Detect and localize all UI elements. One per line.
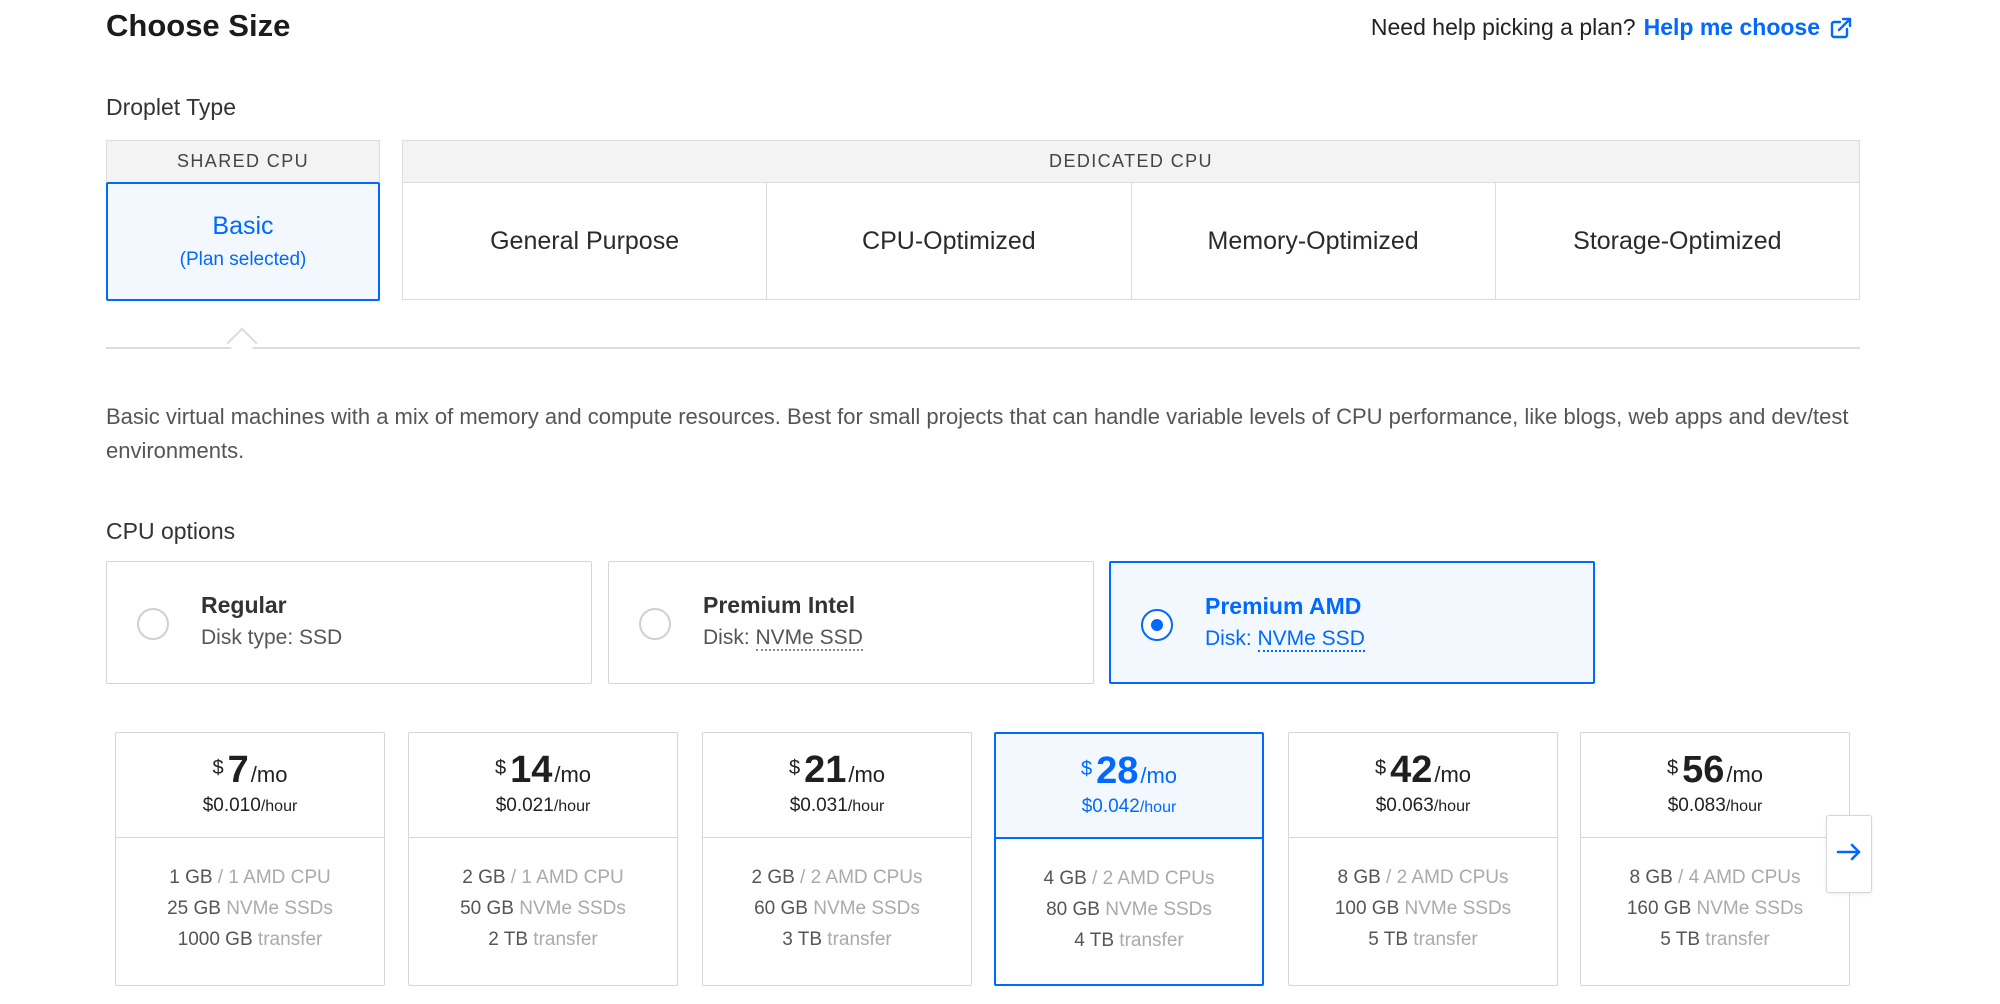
disk-type-tooltip-trigger[interactable]: NVMe SSD [1257,627,1365,652]
plan-hourly: $0.063/hour [1375,795,1471,816]
plan-card[interactable]: $56/mo $0.083/hour 8 GB / 4 AMD CPUs 160… [1580,732,1850,986]
shared-cpu-header: SHARED CPU [106,140,380,182]
plan-price: $21/mo [788,749,886,791]
plan-card-selected[interactable]: $28/mo $0.042/hour 4 GB / 2 AMD CPUs 80 … [994,732,1264,986]
cpu-options-label: CPU options [106,518,236,544]
arrow-right-icon [1836,842,1862,867]
radio-premium-intel[interactable] [639,608,671,640]
plan-price: $14/mo [494,749,592,791]
plan-card[interactable]: $42/mo $0.063/hour 8 GB / 2 AMD CPUs 100… [1288,732,1558,986]
dedicated-cpu-group: DEDICATED CPU General Purpose CPU-Optimi… [402,140,1860,300]
tab-cpu-optimized[interactable]: CPU-Optimized [766,183,1130,299]
plan-specs: 8 GB / 4 AMD CPUs 160 GB NVMe SSDs 5 TB … [1626,867,1804,950]
plan-card[interactable]: $7/mo $0.010/hour 1 GB / 1 AMD CPU 25 GB… [115,732,385,986]
cpu-option-disk: Disk type: SSD [201,626,343,649]
cpu-option-name: Premium Intel [703,592,856,618]
cpu-option-disk: Disk: NVMe SSD [1205,627,1365,652]
plan-hourly: $0.021/hour [495,795,591,816]
tab-memory-optimized[interactable]: Memory-Optimized [1130,183,1495,299]
cpu-option-premium-amd[interactable]: Premium AMD Disk: NVMe SSD [1109,561,1595,684]
cpu-option-disk: Disk: NVMe SSD [703,626,863,651]
plan-hourly: $0.010/hour [202,795,298,816]
tab-storage-optimized[interactable]: Storage-Optimized [1494,183,1859,299]
plan-hourly: $0.083/hour [1667,795,1763,816]
cpu-option-premium-intel[interactable]: Premium Intel Disk: NVMe SSD [608,561,1094,684]
external-link-icon[interactable] [1830,17,1852,39]
plan-card[interactable]: $21/mo $0.031/hour 2 GB / 2 AMD CPUs 60 … [702,732,972,986]
selection-pointer [226,327,258,359]
plan-price: $42/mo [1374,749,1472,791]
cpu-option-name: Premium AMD [1205,593,1362,619]
next-plans-button[interactable] [1826,815,1872,893]
radio-premium-amd[interactable] [1141,609,1173,641]
help-prompt: Need help picking a plan? [1370,14,1636,40]
droplet-type-label: Droplet Type [106,94,236,120]
plan-specs: 1 GB / 1 AMD CPU 25 GB NVMe SSDs 1000 GB… [167,867,333,950]
plan-price: $7/mo [212,749,288,791]
plan-specs: 4 GB / 2 AMD CPUs 80 GB NVMe SSDs 4 TB t… [1043,868,1215,951]
plan-description: Basic virtual machines with a mix of mem… [106,404,1849,463]
tab-basic[interactable]: Basic (Plan selected) [106,182,380,301]
radio-selected-dot [1151,619,1163,631]
help-me-choose-link[interactable]: Help me choose [1644,14,1820,41]
plan-price: $28/mo [1080,750,1178,792]
shared-cpu-group: SHARED CPU Basic (Plan selected) [106,140,380,301]
plan-specs: 8 GB / 2 AMD CPUs 100 GB NVMe SSDs 5 TB … [1334,867,1512,950]
help-section: Need help picking a plan? Help me choose [1371,14,1852,41]
tab-basic-label: Basic [212,212,274,240]
tab-basic-status: (Plan selected) [179,249,307,270]
dedicated-cpu-header: DEDICATED CPU [402,140,1860,182]
divider [106,347,1860,349]
disk-type-tooltip-trigger[interactable]: NVMe SSD [755,626,863,651]
plan-specs: 2 GB / 2 AMD CPUs 60 GB NVMe SSDs 3 TB t… [751,867,923,950]
cpu-option-regular[interactable]: Regular Disk type: SSD [106,561,592,684]
page-title: Choose Size [106,8,291,43]
plan-hourly: $0.042/hour [1081,796,1177,817]
plan-hourly: $0.031/hour [789,795,885,816]
plan-price: $56/mo [1666,749,1764,791]
plan-card[interactable]: $14/mo $0.021/hour 2 GB / 1 AMD CPU 50 G… [408,732,678,986]
plan-specs: 2 GB / 1 AMD CPU 50 GB NVMe SSDs 2 TB tr… [460,867,626,950]
radio-regular[interactable] [137,608,169,640]
cpu-option-name: Regular [201,592,287,618]
tab-general-purpose[interactable]: General Purpose [403,183,766,299]
